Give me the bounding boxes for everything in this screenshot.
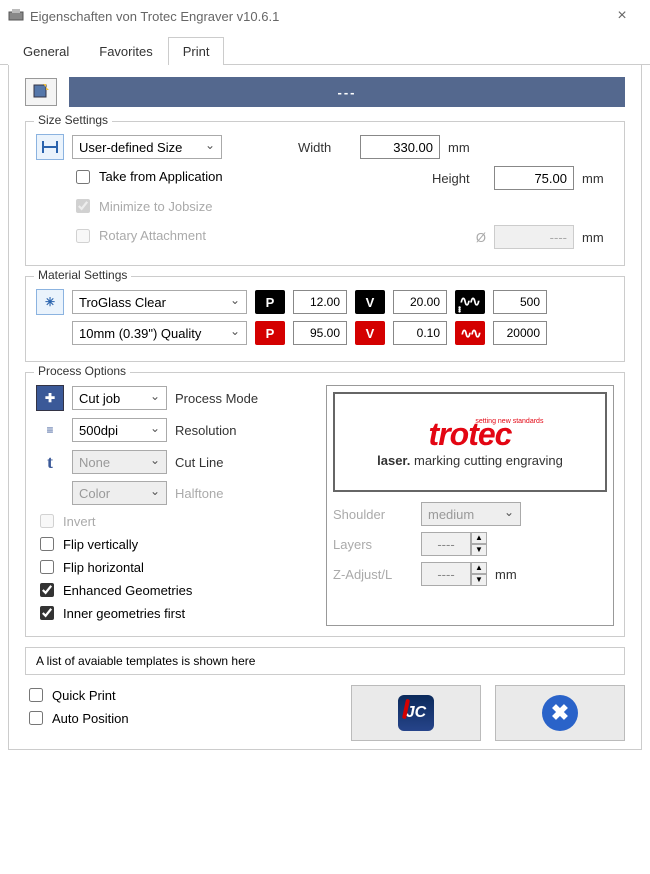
flip-horizontal-checkbox[interactable]: Flip horizontal <box>36 557 316 577</box>
templates-note: A list of avaiable templates is shown he… <box>25 647 625 675</box>
hz1-value: 500 <box>493 290 547 314</box>
layers-up: ▲ <box>471 532 487 544</box>
tab-general[interactable]: General <box>8 37 84 65</box>
halftone-label: Halftone <box>175 486 223 501</box>
size-mode-dropdown[interactable]: User-defined Size <box>72 135 222 159</box>
cancel-icon: ✖ <box>542 695 578 731</box>
process-mode-icon: ✚ <box>36 385 64 411</box>
logo-badge: setting new standards <box>475 418 543 426</box>
zadjust-unit: mm <box>495 567 527 582</box>
hz-badge-black: ฺฺฺ∿∿ <box>455 290 485 314</box>
velocity-badge-red: V <box>355 321 385 345</box>
tab-bar: General Favorites Print <box>0 32 650 65</box>
quick-print-checkbox[interactable]: Quick Print <box>25 685 337 705</box>
save-preset-button[interactable] <box>25 78 57 106</box>
layers-spinner: ▲▼ <box>421 532 487 556</box>
power2-value: 95.00 <box>293 321 347 345</box>
shoulder-dropdown: medium <box>421 502 521 526</box>
material-settings-title: Material Settings <box>34 268 131 282</box>
tab-print[interactable]: Print <box>168 37 225 65</box>
zadj-up: ▲ <box>471 562 487 574</box>
layers-label: Layers <box>333 537 413 552</box>
zadjust-label: Z-Adjust/L <box>333 567 413 582</box>
tab-favorites[interactable]: Favorites <box>84 37 167 65</box>
resolution-dropdown[interactable]: 500dpi <box>72 418 167 442</box>
process-options-title: Process Options <box>34 364 130 378</box>
close-button[interactable]: × <box>602 7 642 25</box>
size-settings-group: Size Settings User-defined Size Width mm… <box>25 121 625 266</box>
enhanced-geometries-checkbox[interactable]: Enhanced Geometries <box>36 580 316 600</box>
diameter-unit: mm <box>582 230 614 245</box>
width-unit: mm <box>448 140 480 155</box>
cutline-icon: t <box>36 449 64 475</box>
invert-checkbox: Invert <box>36 511 316 531</box>
height-input[interactable] <box>494 166 574 190</box>
size-settings-title: Size Settings <box>34 113 112 127</box>
rotary-checkbox: Rotary Attachment <box>72 226 206 246</box>
height-label: Height <box>432 171 486 186</box>
minimize-jobsize-checkbox: Minimize to Jobsize <box>72 196 212 216</box>
process-options-group: Process Options ✚ Cut job Process Mode ≡… <box>25 372 625 637</box>
jobcontrol-icon: JC <box>398 695 434 731</box>
material-settings-group: Material Settings ✳ TroGlass Clear P 12.… <box>25 276 625 362</box>
cancel-button[interactable]: ✖ <box>495 685 625 741</box>
velocity-badge-black: V <box>355 290 385 314</box>
shoulder-label: Shoulder <box>333 507 413 522</box>
flip-vertical-checkbox[interactable]: Flip vertically <box>36 534 316 554</box>
height-unit: mm <box>582 171 614 186</box>
hz2-value: 20000 <box>493 321 547 345</box>
material-dropdown[interactable]: TroGlass Clear <box>72 290 247 314</box>
material-preview: trotec setting new standards laser. mark… <box>333 392 607 492</box>
resolution-icon: ≡ <box>36 417 64 443</box>
power1-value: 12.00 <box>293 290 347 314</box>
material-icon: ✳ <box>36 289 64 315</box>
logo-tagline: laser. marking cutting engraving <box>377 453 563 468</box>
inner-geometries-checkbox[interactable]: Inner geometries first <box>36 603 316 623</box>
velocity2-value: 0.10 <box>393 321 447 345</box>
width-label: Width <box>298 140 352 155</box>
velocity1-value: 20.00 <box>393 290 447 314</box>
cutline-dropdown: None <box>72 450 167 474</box>
power-badge-red: P <box>255 321 285 345</box>
resolution-label: Resolution <box>175 423 236 438</box>
diameter-symbol: Ø <box>476 230 486 245</box>
process-mode-dropdown[interactable]: Cut job <box>72 386 167 410</box>
cutline-label: Cut Line <box>175 455 223 470</box>
process-mode-label: Process Mode <box>175 391 258 406</box>
zadjust-spinner: ▲▼ <box>421 562 487 586</box>
halftone-dropdown: Color <box>72 481 167 505</box>
diameter-input <box>494 225 574 249</box>
width-input[interactable] <box>360 135 440 159</box>
layers-down: ▼ <box>471 544 487 556</box>
app-icon <box>8 8 24 24</box>
hz-badge-red: ∿∿ <box>455 321 485 345</box>
preview-panel: trotec setting new standards laser. mark… <box>326 385 614 626</box>
quality-dropdown[interactable]: 10mm (0.39") Quality <box>72 321 247 345</box>
size-icon <box>36 134 64 160</box>
preset-bar[interactable]: --- <box>69 77 625 107</box>
zadj-down: ▼ <box>471 574 487 586</box>
window-title: Eigenschaften von Trotec Engraver v10.6.… <box>30 9 602 24</box>
auto-position-checkbox[interactable]: Auto Position <box>25 708 337 728</box>
titlebar: Eigenschaften von Trotec Engraver v10.6.… <box>0 0 650 32</box>
take-from-app-checkbox[interactable]: Take from Application <box>72 167 223 187</box>
power-badge-black: P <box>255 290 285 314</box>
print-panel: --- Size Settings User-defined Size Widt… <box>8 65 642 750</box>
send-job-button[interactable]: JC <box>351 685 481 741</box>
